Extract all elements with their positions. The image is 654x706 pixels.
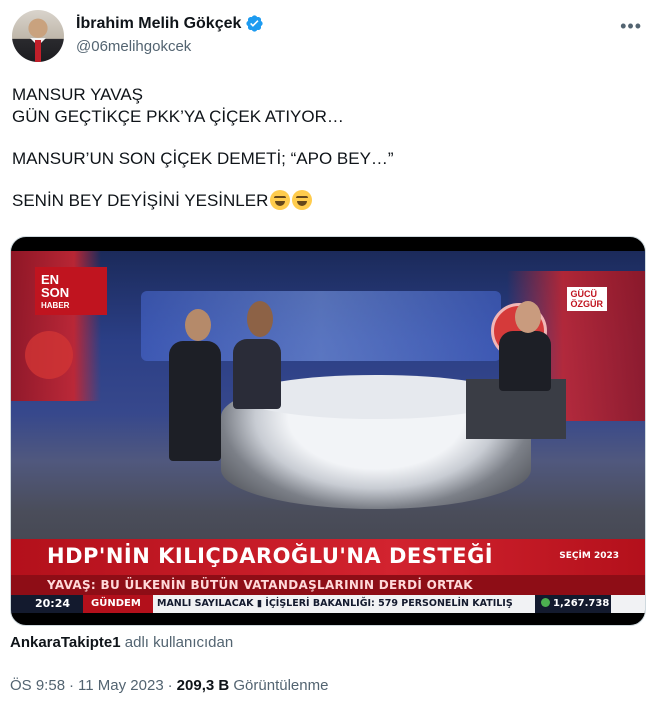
views-label: Görüntülenme (233, 677, 329, 694)
guest-person (169, 341, 221, 461)
ticker-scroll: MANLI SAYILACAK ▮ İÇİŞLERİ BAKANLIĞI: 57… (157, 598, 513, 609)
ticker-value: 1,267.738 (535, 595, 611, 613)
ticker-section: GÜNDEM (83, 595, 153, 613)
grinning-squinting-face-icon (270, 190, 291, 210)
tweet-time[interactable]: ÖS 9:58 (10, 677, 65, 694)
guest-person (499, 331, 551, 391)
channel-logo: EN SON HABER (35, 267, 107, 315)
headline: HDP'NİN KILIÇDAROĞLU'NA DESTEĞİ (47, 544, 494, 568)
views-count: 209,3 B (176, 677, 230, 694)
news-ticker: HDP'NİN KILIÇDAROĞLU'NA DESTEĞİ SEÇİM 20… (11, 539, 645, 613)
author-display-name[interactable]: İbrahim Melih Gökçek (76, 15, 241, 33)
seal-icon (25, 331, 73, 379)
tweet-line-with-emoji: SENİN BEY DEYİŞİNİ YESİNLER (12, 190, 632, 212)
grinning-squinting-face-icon (292, 190, 313, 210)
author-avatar[interactable] (12, 10, 64, 62)
subheadline: YAVAŞ: BU ÜLKENİN BÜTÜN VATANDAŞLARININ … (47, 578, 473, 592)
tweet-line: SENİN BEY DEYİŞİNİ YESİNLER (12, 191, 269, 210)
video-media[interactable]: EN SON HABER GÜCÜ ÖZGÜR HDP'NİN KILIÇDARO… (10, 236, 646, 626)
tweet-line: GÜN GEÇTİKÇE PKK’YA ÇİÇEK ATIYOR… (12, 107, 344, 126)
verified-badge-icon (246, 15, 264, 32)
ticker-time: 20:24 (11, 595, 83, 613)
tweet-meta: ÖS 9:58 · 11 May 2023 · 209,3 B Görüntülenme (10, 677, 329, 694)
tweet-line: MANSUR’UN SON ÇİÇEK DEMETİ; “APO BEY…” (12, 149, 394, 168)
more-horizontal-icon[interactable]: ••• (620, 16, 642, 37)
tweet-text: MANSUR YAVAŞ GÜN GEÇTİKÇE PKK’YA ÇİÇEK A… (12, 84, 632, 212)
tv-studio-frame: EN SON HABER GÜCÜ ÖZGÜR HDP'NİN KILIÇDARO… (11, 251, 645, 613)
market-dot-icon (541, 598, 550, 607)
election-badge: SEÇİM 2023 (559, 551, 619, 561)
source-account-link[interactable]: AnkaraTakipte1 (10, 634, 121, 651)
tweet-line: MANSUR YAVAŞ (12, 85, 143, 104)
corner-tag: GÜCÜ ÖZGÜR (566, 287, 607, 311)
tweet-date[interactable]: 11 May 2023 (78, 677, 164, 694)
media-source: AnkaraTakipte1 adlı kullanıcıdan (10, 634, 234, 651)
name-row: İbrahim Melih Gökçek (76, 14, 264, 33)
tweet-header: İbrahim Melih Gökçek @06melihgokcek ••• (12, 10, 642, 66)
avatar-tie (35, 40, 41, 62)
author-handle[interactable]: @06melihgokcek (76, 38, 191, 55)
guest-person (233, 339, 281, 409)
